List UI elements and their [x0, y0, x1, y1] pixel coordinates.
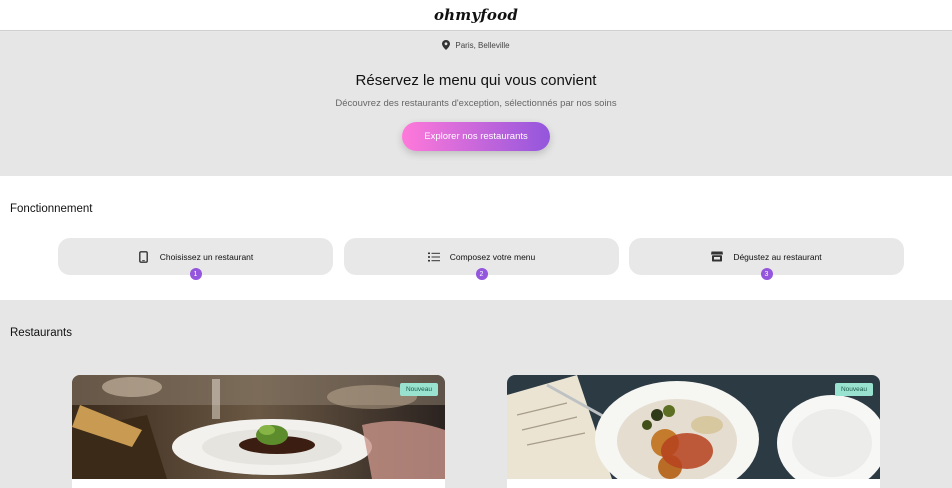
restaurants-section-title: Restaurants [10, 327, 73, 339]
mobile-phone-icon [138, 250, 150, 263]
tapas-plate-photo [507, 375, 880, 479]
explore-restaurants-button[interactable]: Explorer nos restaurants [402, 122, 550, 151]
new-badge: Nouveau [834, 383, 873, 396]
step-compose-menu: Composez votre menu 2 [344, 238, 619, 280]
hero-subtitle: Découvrez des restaurants d'exception, s… [335, 98, 617, 109]
plated-dish-photo [72, 375, 445, 479]
step-number-badge: 1 [189, 268, 202, 280]
site-logo[interactable]: ohmyfood [434, 6, 518, 24]
step-number-badge: 3 [760, 268, 773, 280]
restaurant-card[interactable]: Nouveau [507, 375, 880, 488]
step-number-badge: 2 [475, 268, 488, 280]
list-icon [427, 251, 440, 263]
map-pin-icon [442, 40, 451, 50]
location-text: Paris, Belleville [455, 40, 510, 50]
store-icon [711, 251, 724, 263]
how-section-title: Fonctionnement [10, 203, 93, 215]
step-label: Dégustez au restaurant [733, 251, 822, 262]
step-choose-restaurant: Choisissez un restaurant 1 [58, 238, 333, 280]
location-row: Paris, Belleville [0, 40, 952, 50]
how-it-works-section: Fonctionnement Choisissez un restaurant … [0, 176, 952, 300]
step-label: Composez votre menu [449, 251, 536, 262]
restaurant-card[interactable]: Nouveau [72, 375, 445, 488]
restaurants-section: Restaurants Nouveau Nouveau [0, 300, 952, 488]
step-label: Choisissez un restaurant [159, 251, 254, 262]
top-navbar: ohmyfood [0, 0, 952, 31]
new-badge: Nouveau [399, 383, 438, 396]
step-enjoy-restaurant: Dégustez au restaurant 3 [629, 238, 904, 280]
hero-section: Paris, Belleville Réservez le menu qui v… [0, 32, 952, 176]
hero-title: Réservez le menu qui vous convient [355, 72, 597, 89]
